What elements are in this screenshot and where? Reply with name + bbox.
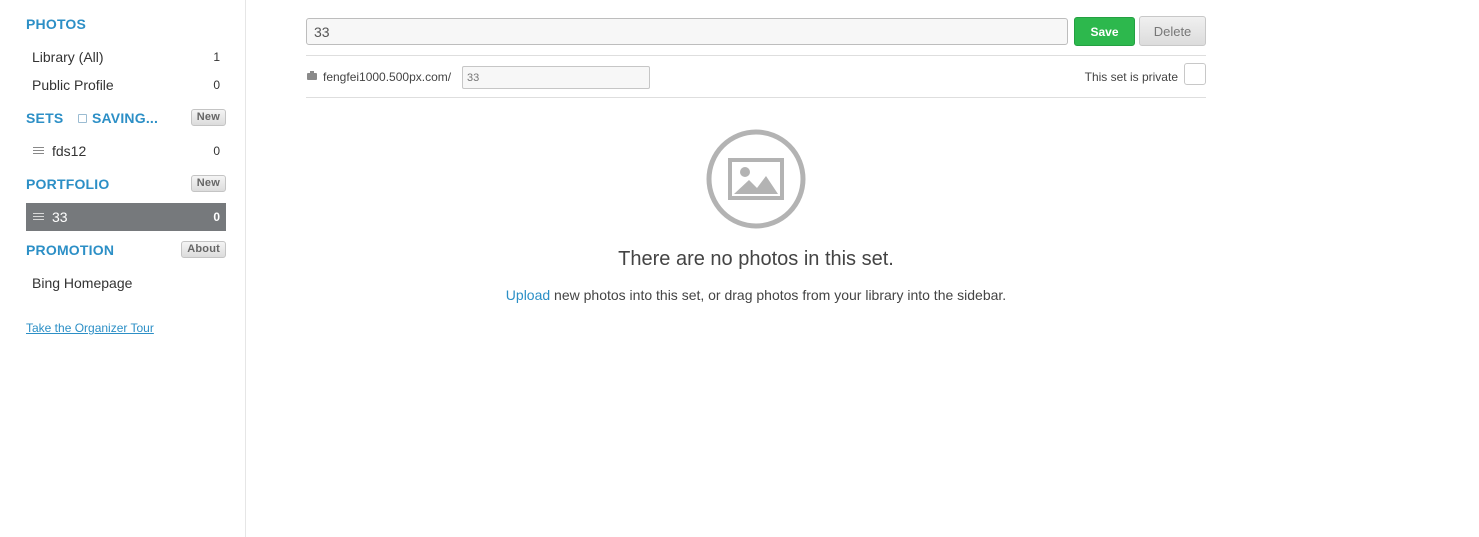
- empty-state-title: There are no photos in this set.: [618, 248, 894, 270]
- photos-section-header: PHOTOS: [26, 14, 226, 34]
- organizer-tour-link[interactable]: Take the Organizer Tour: [26, 321, 154, 335]
- photos-section-title: PHOTOS: [26, 16, 87, 32]
- save-button[interactable]: Save: [1074, 17, 1135, 46]
- empty-state-message: Upload new photos into this set, or drag…: [306, 287, 1206, 303]
- sets-section-title: SETS: [26, 110, 64, 126]
- upload-link[interactable]: Upload: [506, 287, 550, 303]
- url-row: fengfei1000.500px.com/ This set is priva…: [306, 63, 1206, 90]
- new-set-button[interactable]: New: [190, 109, 226, 126]
- private-label: This set is private: [1084, 70, 1178, 84]
- divider: [306, 97, 1206, 98]
- sidebar-item-set-fds12[interactable]: fds12 0: [26, 137, 226, 165]
- set-title-input[interactable]: [306, 18, 1068, 45]
- new-portfolio-button[interactable]: New: [190, 175, 226, 192]
- sidebar-item-label: fds12: [52, 143, 87, 159]
- sets-section-header: SETS SAVING... New: [26, 108, 226, 128]
- about-promotion-button[interactable]: About: [181, 241, 226, 258]
- promotion-section-header: PROMOTION About: [26, 240, 226, 260]
- sidebar-item-public-profile[interactable]: Public Profile 0: [26, 71, 226, 99]
- loading-spinner-icon: [78, 113, 87, 123]
- sidebar-item-count: 0: [213, 144, 220, 158]
- sidebar: PHOTOS Library (All) 1 Public Profile 0 …: [0, 0, 246, 537]
- drag-handle-icon[interactable]: [33, 213, 44, 221]
- sidebar-item-label: Bing Homepage: [32, 275, 133, 291]
- sidebar-item-library[interactable]: Library (All) 1: [26, 43, 226, 71]
- promotion-section-title: PROMOTION: [26, 242, 115, 258]
- sidebar-item-label: Public Profile: [32, 77, 114, 93]
- sidebar-item-label: 33: [52, 209, 68, 225]
- drag-handle-icon[interactable]: [33, 147, 44, 155]
- briefcase-icon: [307, 71, 317, 80]
- sidebar-item-bing-homepage[interactable]: Bing Homepage: [26, 269, 226, 297]
- sidebar-item-portfolio-33[interactable]: 33 0: [26, 203, 226, 231]
- image-placeholder-icon: [706, 129, 806, 229]
- sidebar-item-label: Library (All): [32, 49, 104, 65]
- sidebar-item-count: 0: [213, 78, 220, 92]
- divider: [306, 55, 1206, 56]
- portfolio-section-title: PORTFOLIO: [26, 176, 110, 192]
- url-prefix: fengfei1000.500px.com/: [323, 70, 452, 84]
- portfolio-section-header: PORTFOLIO New: [26, 174, 226, 194]
- delete-button[interactable]: Delete: [1139, 16, 1206, 46]
- saving-status: SAVING...: [78, 108, 158, 128]
- sidebar-item-count: 0: [213, 210, 220, 224]
- url-slug-input[interactable]: [462, 66, 650, 89]
- saving-status-text: SAVING...: [92, 110, 159, 126]
- private-checkbox[interactable]: [1184, 63, 1206, 85]
- empty-state-text: new photos into this set, or drag photos…: [550, 287, 1007, 303]
- sidebar-item-count: 1: [213, 50, 220, 64]
